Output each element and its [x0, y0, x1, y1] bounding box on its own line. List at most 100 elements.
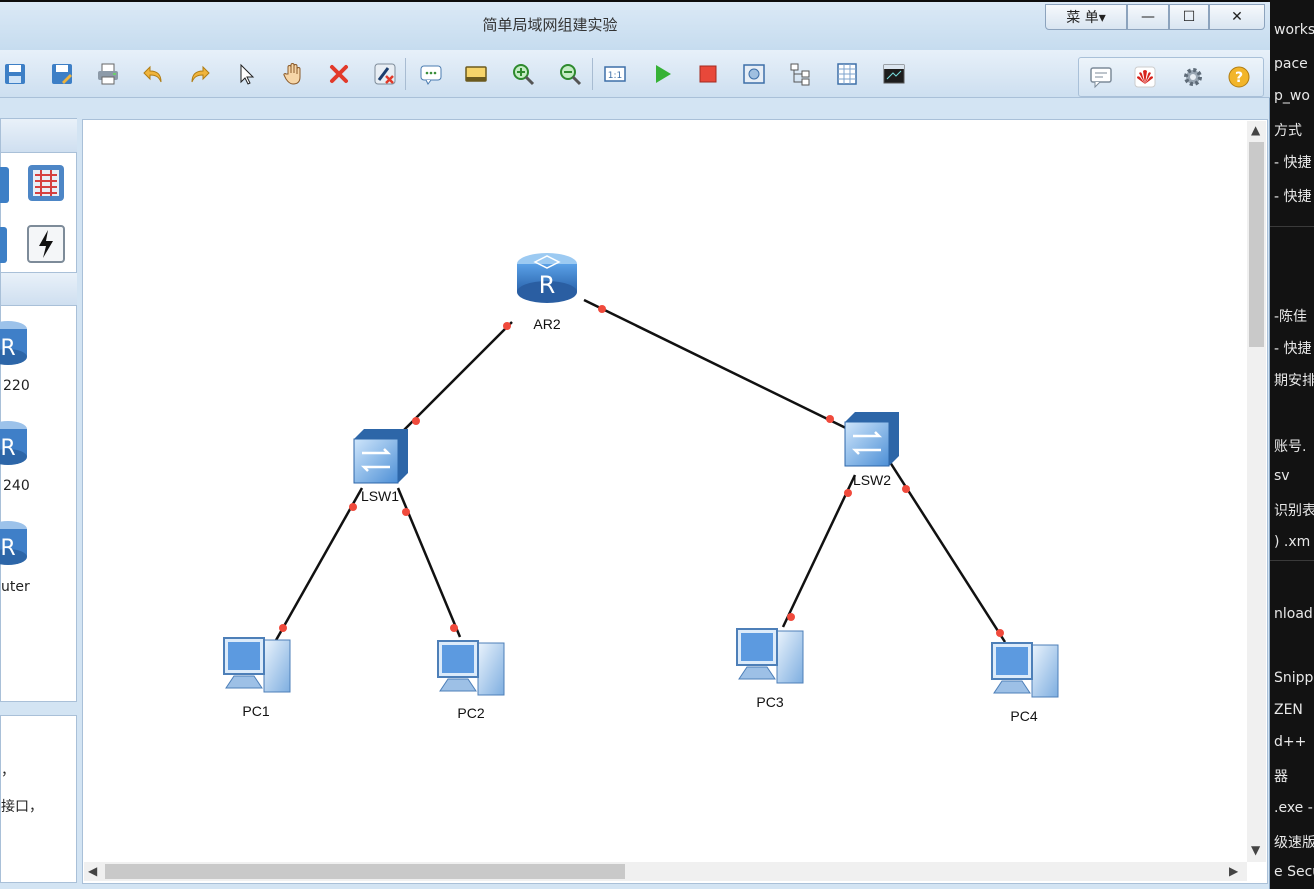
save-as-icon[interactable]	[48, 60, 76, 88]
bg-item[interactable]: .exe -	[1274, 800, 1313, 816]
minimize-button[interactable]: —	[1127, 4, 1169, 30]
pc-4[interactable]	[991, 642, 1059, 698]
router-device-icon[interactable]: R	[0, 417, 29, 469]
device-icon[interactable]	[0, 227, 7, 263]
link-ar2-lsw2[interactable]	[583, 298, 853, 433]
port-dot	[450, 624, 458, 632]
palette-category-header[interactable]	[1, 119, 77, 153]
scroll-left-icon[interactable]: ◀	[88, 864, 97, 878]
bg-item[interactable]: works	[1274, 22, 1314, 38]
scroll-right-icon[interactable]: ▶	[1229, 864, 1238, 878]
save-icon[interactable]	[1, 60, 29, 88]
vertical-scroll-thumb[interactable]	[1249, 142, 1264, 347]
bg-item[interactable]: nload	[1274, 606, 1313, 622]
pc-3[interactable]	[736, 628, 804, 684]
port-dot	[844, 489, 852, 497]
bg-item[interactable]: ZEN	[1274, 702, 1303, 718]
port-dot	[996, 629, 1004, 637]
print-icon[interactable]	[94, 60, 122, 88]
port-dot	[349, 503, 357, 511]
device-description-panel: ， 接口，	[0, 715, 77, 883]
node-label: LSW2	[853, 472, 891, 488]
auto-link-icon[interactable]	[26, 224, 66, 264]
bg-item[interactable]: p_wo	[1274, 88, 1310, 104]
bg-item[interactable]: - 快捷	[1274, 186, 1312, 206]
delete-icon[interactable]	[325, 60, 353, 88]
scroll-down-icon[interactable]: ▼	[1251, 843, 1260, 857]
topology-icon[interactable]	[786, 60, 814, 88]
bg-item[interactable]: sv	[1274, 468, 1290, 484]
capture-icon[interactable]	[740, 60, 768, 88]
firewall-icon[interactable]	[26, 163, 66, 203]
fit-icon[interactable]: 1:1	[601, 60, 629, 88]
bg-item[interactable]: e Secu	[1274, 864, 1314, 880]
pc-1[interactable]	[223, 637, 291, 693]
settings-icon[interactable]	[1179, 63, 1207, 91]
menu-button[interactable]: 菜 单▾	[1045, 4, 1127, 30]
link-lsw1-pc1[interactable]	[273, 487, 364, 643]
switch-lsw1[interactable]	[353, 429, 408, 484]
bg-item[interactable]: 识别表	[1274, 500, 1314, 520]
svg-text:R: R	[0, 336, 15, 361]
select-icon[interactable]	[233, 60, 261, 88]
terminal-icon[interactable]	[880, 60, 908, 88]
bg-item[interactable]: 级速版	[1274, 832, 1314, 852]
bg-item[interactable]: 器	[1274, 766, 1288, 786]
stop-icon[interactable]	[694, 60, 722, 88]
node-label: PC3	[756, 694, 783, 710]
node-label: PC1	[242, 703, 269, 719]
grid-icon[interactable]	[833, 60, 861, 88]
bg-item[interactable]: 期安排	[1274, 370, 1314, 390]
palette-router-header[interactable]	[1, 272, 77, 306]
zoom-out-icon[interactable]	[556, 60, 584, 88]
redo-icon[interactable]	[186, 60, 214, 88]
port-dot	[503, 322, 511, 330]
maximize-button[interactable]: ☐	[1169, 4, 1209, 30]
node-label: PC2	[457, 705, 484, 721]
port-dot	[412, 417, 420, 425]
window-title: 简单局域网组建实验	[482, 16, 618, 34]
node-label: PC4	[1010, 708, 1037, 724]
horizontal-scroll-thumb[interactable]	[105, 864, 625, 879]
start-icon[interactable]	[648, 60, 676, 88]
topology-diagram[interactable]: R AR2 LSW1 LSW2 PC1 PC2 PC3 PC4	[82, 119, 1246, 861]
switch-lsw2[interactable]	[844, 412, 899, 467]
bg-item[interactable]: - 快捷	[1274, 338, 1312, 358]
port-dot	[598, 305, 606, 313]
chat-icon[interactable]	[1087, 63, 1115, 91]
undo-icon[interactable]	[139, 60, 167, 88]
scroll-up-icon[interactable]: ▲	[1251, 123, 1260, 137]
bg-item[interactable]: d++	[1274, 734, 1306, 750]
device-icon[interactable]	[0, 167, 9, 203]
device-label: 240	[3, 478, 30, 494]
pan-hand-icon[interactable]	[279, 60, 307, 88]
link-ar2-lsw1[interactable]	[401, 321, 513, 433]
bg-item[interactable]: - 快捷	[1274, 152, 1312, 172]
bg-item[interactable]: pace	[1274, 56, 1308, 72]
device-palette: R 220 R 240 R uter	[0, 118, 77, 702]
svg-text:R: R	[0, 536, 15, 561]
pc-2[interactable]	[437, 640, 505, 696]
zoom-in-icon[interactable]	[509, 60, 537, 88]
description-line: 接口，	[1, 799, 43, 815]
close-button[interactable]: ✕	[1209, 4, 1265, 30]
palette-icon[interactable]	[462, 60, 490, 88]
bg-item[interactable]: 账号.	[1274, 436, 1306, 456]
help-icon[interactable]: ?	[1225, 63, 1253, 91]
port-dot	[826, 415, 834, 423]
ensp-main-window: 简单局域网组建实验 菜 单▾ — ☐ ✕ 1:1 ? R 220 R 240 R…	[0, 2, 1270, 889]
bg-item[interactable]: -陈佳	[1274, 306, 1307, 326]
bg-item[interactable]: Snipp	[1274, 670, 1313, 686]
right-toolbar: ?	[1078, 57, 1264, 97]
bg-item[interactable]: 方式	[1274, 120, 1302, 140]
port-dot	[787, 613, 795, 621]
router-ar2[interactable]: R	[517, 253, 577, 303]
router-device-icon[interactable]: R	[0, 517, 29, 569]
bg-item[interactable]: ) .xm	[1274, 534, 1310, 550]
delete-link-icon[interactable]	[371, 60, 399, 88]
title-bar[interactable]: 简单局域网组建实验 菜 单▾ — ☐ ✕	[0, 2, 1270, 50]
text-note-icon[interactable]	[417, 60, 445, 88]
link-lsw2-pc3[interactable]	[781, 474, 857, 628]
router-device-icon[interactable]: R	[0, 317, 29, 369]
svg-text:1:1: 1:1	[608, 71, 622, 81]
